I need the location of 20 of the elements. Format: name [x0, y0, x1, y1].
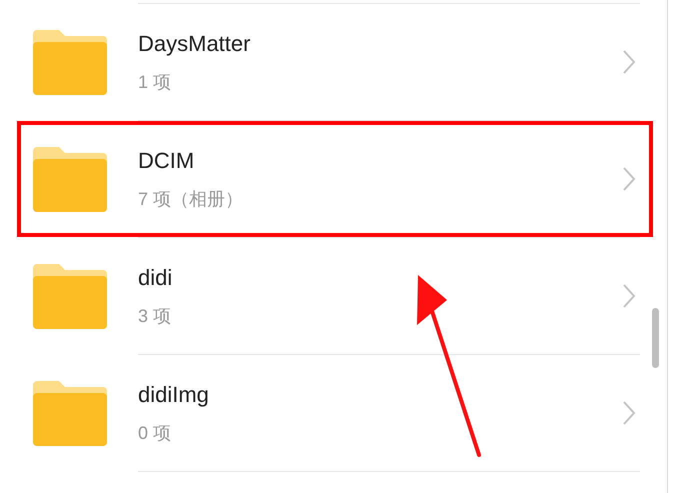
- folder-name: DaysMatter: [138, 30, 252, 58]
- folder-name: didi: [138, 264, 174, 292]
- chevron-right-icon: [623, 284, 635, 308]
- folder-icon: [33, 380, 107, 446]
- folder-icon: [33, 30, 107, 94]
- folder-item[interactable]: didiImg 0 项: [17, 355, 653, 471]
- folder-name: didiImg: [138, 381, 210, 409]
- item-count: 3 项: [138, 305, 172, 328]
- chevron-right-icon: [623, 50, 635, 74]
- folder-item[interactable]: DaysMatter 1 项: [17, 4, 653, 120]
- folder-icon: [33, 264, 107, 328]
- scrollbar-thumb[interactable]: [652, 308, 659, 368]
- item-count: 0 项: [138, 422, 172, 445]
- item-count: 7 项（相册）: [138, 188, 244, 211]
- folder-name: DCIM: [138, 147, 196, 175]
- folder-icon: [33, 146, 107, 212]
- chevron-right-icon: [623, 401, 635, 425]
- folder-item[interactable]: DCIM 7 项（相册）: [17, 121, 653, 237]
- chevron-right-icon: [623, 167, 635, 191]
- item-count: 1 项: [138, 71, 172, 94]
